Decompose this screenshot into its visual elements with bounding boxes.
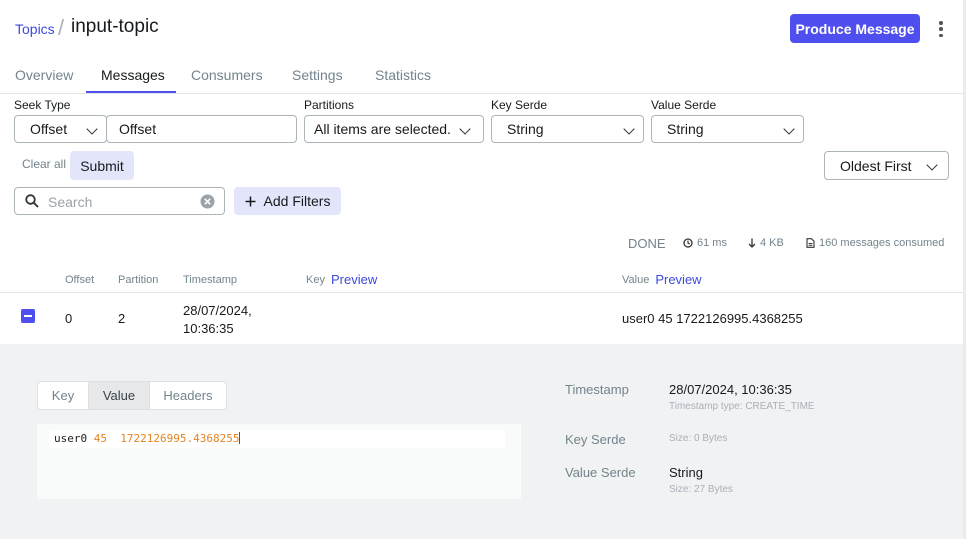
text-cursor (239, 432, 241, 444)
add-filters-button[interactable]: Add Filters (234, 187, 341, 215)
column-header-value: Value Preview (622, 272, 702, 287)
seek-type-select[interactable]: Offset (14, 115, 107, 143)
key-header-label: Key (306, 273, 325, 286)
value-content-line: user0 45 1722126995.4368255 (49, 430, 505, 448)
active-tab-indicator (86, 91, 176, 93)
key-preview-link[interactable]: Preview (331, 272, 377, 287)
seek-offset-placeholder: Offset (119, 121, 157, 137)
cell-timestamp-date: 28/07/2024, (183, 303, 252, 318)
value-content-viewer[interactable]: user0 45 1722126995.4368255 (37, 424, 521, 499)
column-header-key: Key Preview (306, 272, 377, 287)
value-text-token: user0 (54, 432, 88, 445)
detail-tab-value[interactable]: Value (89, 382, 150, 409)
topic-tabs: Overview Messages Consumers Settings Sta… (0, 64, 966, 94)
value-number-token: 1722126995.4368255 (120, 432, 240, 445)
size-stat: 4 KB (748, 237, 784, 249)
key-serde-select[interactable]: String (491, 115, 644, 143)
value-number-token: 45 (93, 432, 107, 445)
meta-timestamp-value: 28/07/2024, 10:36:35 (669, 382, 792, 397)
column-header-timestamp[interactable]: Timestamp (183, 274, 237, 286)
chevron-down-icon (926, 159, 938, 171)
key-serde-selected: String (507, 121, 544, 137)
seek-type-selected: Offset (30, 121, 68, 137)
tab-settings[interactable]: Settings (292, 67, 343, 83)
status-text: DONE (628, 236, 666, 251)
add-filters-label: Add Filters (263, 193, 331, 209)
page-title: input-topic (71, 16, 159, 37)
breadcrumb-separator: / (58, 15, 65, 40)
size-value: 4 KB (760, 237, 784, 249)
chevron-down-icon (86, 123, 98, 135)
value-serde-selected: String (667, 121, 704, 137)
chevron-down-icon (459, 123, 471, 135)
tab-consumers[interactable]: Consumers (191, 67, 263, 83)
partitions-selected: All items are selected. (314, 121, 451, 137)
cell-timestamp: 28/07/2024, 10:36:35 (183, 302, 252, 338)
partitions-select[interactable]: All items are selected. (304, 115, 484, 143)
value-preview-link[interactable]: Preview (655, 272, 701, 287)
meta-value-serde-size: Size: 27 Bytes (669, 484, 733, 495)
collapse-row-icon[interactable] (21, 309, 35, 323)
chevron-down-icon (623, 123, 635, 135)
search-icon (25, 194, 39, 208)
tab-messages[interactable]: Messages (101, 67, 165, 83)
value-serde-label: Value Serde (651, 98, 717, 112)
clear-search-icon[interactable] (200, 194, 215, 209)
sort-select[interactable]: Oldest First (824, 151, 949, 180)
clear-all-button[interactable]: Clear all (22, 157, 66, 171)
chevron-down-icon (783, 123, 795, 135)
produce-message-button[interactable]: Produce Message (790, 14, 920, 43)
value-header-label: Value (622, 273, 650, 286)
document-icon (806, 238, 815, 248)
key-serde-label: Key Serde (491, 98, 548, 112)
sort-selected: Oldest First (840, 157, 912, 174)
arrow-down-icon (748, 238, 756, 248)
seek-offset-input[interactable]: Offset (106, 115, 297, 143)
meta-value-serde-label: Value Serde (565, 465, 636, 480)
elapsed-value: 61 ms (697, 237, 727, 249)
search-placeholder: Search (48, 194, 93, 210)
breadcrumb-topics-link[interactable]: Topics (15, 21, 55, 37)
meta-timestamp-label: Timestamp (565, 382, 629, 397)
detail-tab-headers[interactable]: Headers (150, 382, 226, 409)
elapsed-stat: 61 ms (683, 237, 727, 249)
cell-value: user0 45 1722126995.4368255 (622, 311, 803, 326)
meta-value-serde-value: String (669, 465, 703, 480)
value-serde-select[interactable]: String (651, 115, 804, 143)
meta-timestamp-type: Timestamp type: CREATE_TIME (669, 401, 815, 412)
column-header-partition[interactable]: Partition (118, 274, 158, 286)
table-divider (0, 292, 966, 293)
seek-type-label: Seek Type (14, 98, 71, 112)
more-options-icon[interactable] (934, 18, 948, 40)
cell-timestamp-time: 10:36:35 (183, 321, 234, 336)
clock-icon (683, 238, 693, 248)
meta-key-serde-size: Size: 0 Bytes (669, 433, 728, 444)
consumed-stat: 160 messages consumed (806, 237, 944, 249)
detail-tab-key[interactable]: Key (38, 382, 89, 409)
cell-offset: 0 (65, 311, 73, 326)
consumed-value: 160 messages consumed (819, 237, 945, 249)
partitions-label: Partitions (304, 98, 355, 112)
search-input[interactable]: Search (14, 187, 225, 215)
tab-overview[interactable]: Overview (15, 67, 73, 83)
meta-key-serde-label: Key Serde (565, 432, 626, 447)
detail-tabs: Key Value Headers (37, 381, 227, 410)
submit-button[interactable]: Submit (70, 151, 134, 180)
plus-icon (245, 196, 256, 206)
tab-statistics[interactable]: Statistics (375, 67, 431, 83)
column-header-offset[interactable]: Offset (65, 274, 94, 286)
cell-partition: 2 (118, 311, 126, 326)
